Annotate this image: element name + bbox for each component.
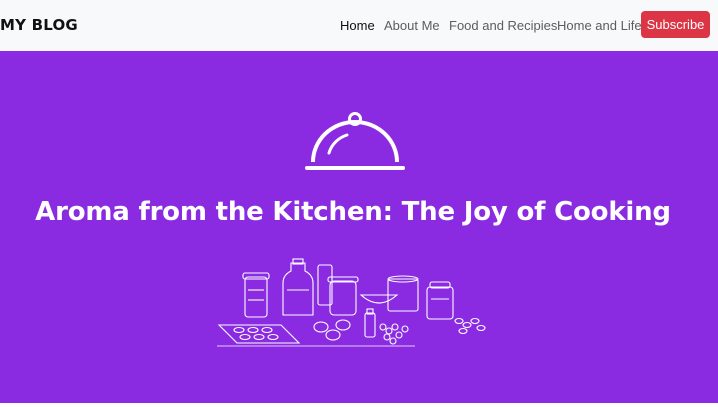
nav-links: Home About Me Food and Recipies Home and… <box>0 18 718 38</box>
nav-link-home-and-life[interactable]: Home and Life <box>557 18 642 33</box>
nav-link-about-me[interactable]: About Me <box>384 18 440 33</box>
navbar: MY BLOG Home About Me Food and Recipies … <box>0 0 718 51</box>
nav-link-home[interactable]: Home <box>340 18 375 33</box>
kitchen-ingredients-illustration <box>217 258 486 347</box>
cloche-icon <box>305 112 405 170</box>
page-bottom-divider <box>0 403 718 407</box>
subscribe-button[interactable]: Subscribe <box>641 11 710 38</box>
nav-link-food-and-recipies[interactable]: Food and Recipies <box>449 18 557 33</box>
hero-title: Aroma from the Kitchen: The Joy of Cooki… <box>35 197 671 227</box>
hero-banner: Aroma from the Kitchen: The Joy of Cooki… <box>0 51 718 403</box>
